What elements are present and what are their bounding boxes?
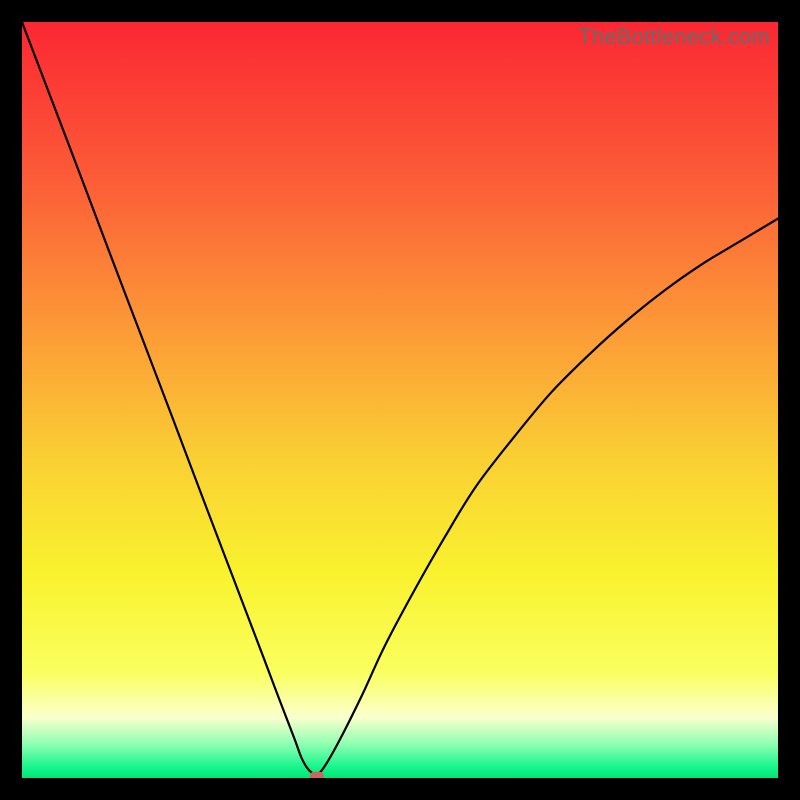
bottleneck-chart (22, 22, 778, 778)
minimum-marker (310, 772, 324, 778)
watermark-text: TheBottleneck.com (578, 24, 770, 50)
gradient-background (22, 22, 778, 778)
chart-frame: TheBottleneck.com (22, 22, 778, 778)
